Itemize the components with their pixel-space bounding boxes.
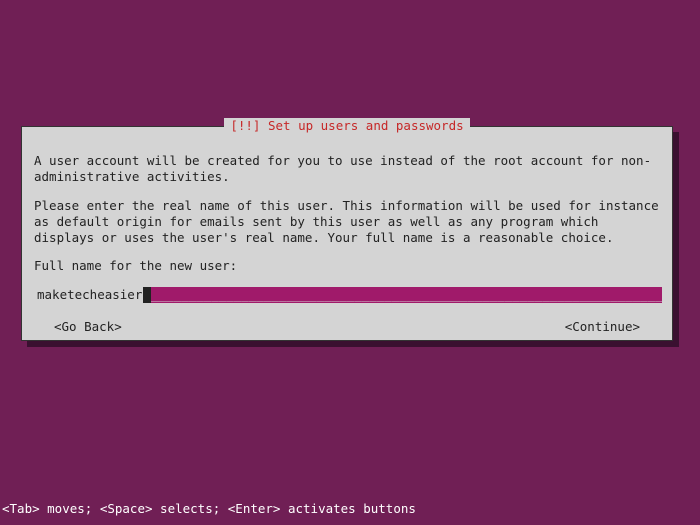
dialog-title: [!!] Set up users and passwords: [224, 118, 469, 134]
dialog-buttons: <Go Back> <Continue>: [34, 319, 660, 335]
prompt-label: Full name for the new user:: [34, 258, 660, 274]
continue-button[interactable]: <Continue>: [565, 319, 640, 335]
dialog-paragraph-1: A user account will be created for you t…: [34, 153, 660, 186]
help-bar: <Tab> moves; <Space> selects; <Enter> ac…: [0, 501, 416, 517]
dialog-setup-users: [!!] Set up users and passwords A user a…: [21, 126, 673, 341]
fullname-input-value: maketecheasier: [36, 287, 143, 303]
dialog-body: A user account will be created for you t…: [34, 153, 660, 335]
fullname-input[interactable]: maketecheasier _________________________…: [36, 287, 662, 303]
go-back-button[interactable]: <Go Back>: [54, 319, 122, 335]
dialog-paragraph-2: Please enter the real name of this user.…: [34, 198, 660, 247]
input-fill: ________________________________________…: [151, 287, 662, 303]
text-cursor: [143, 287, 151, 303]
dialog-title-wrap: [!!] Set up users and passwords: [22, 118, 672, 134]
